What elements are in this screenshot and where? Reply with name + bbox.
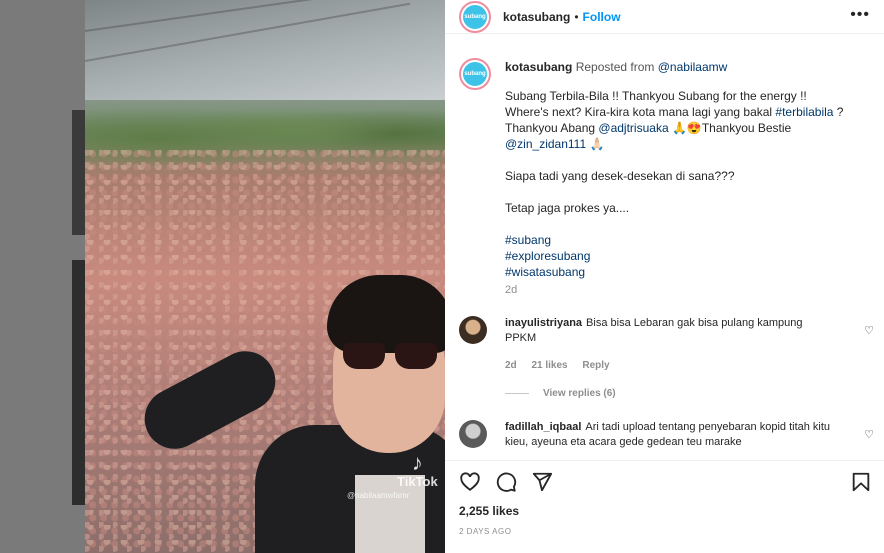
hashtag-link[interactable]: #subang	[505, 232, 875, 248]
hashtag-link[interactable]: #terbilabila	[775, 105, 833, 119]
likes-count[interactable]: 2,255 likes	[459, 504, 519, 518]
caption-text-fragment: 🙏🏻	[586, 137, 605, 151]
reply-button[interactable]: Reply	[582, 360, 609, 371]
caption-avatar[interactable]: subang	[459, 58, 491, 90]
selfie-person	[134, 275, 445, 553]
comments-scroll[interactable]: subang kotasubang Reposted from @nabilaa…	[445, 48, 884, 460]
sunglasses	[343, 343, 439, 369]
caption-time[interactable]: 2d	[505, 284, 517, 296]
action-bar: 2,255 likes 2 DAYS AGO	[445, 460, 884, 553]
comment-time[interactable]: 2d	[505, 360, 517, 371]
comment-likes[interactable]: 21 likes	[531, 360, 567, 371]
view-replies-label: View replies (6)	[543, 388, 616, 399]
caption-text: Subang Terbila-Bila !! Thankyou Subang f…	[505, 88, 875, 280]
post-video[interactable]: ♪ TikTok @nabilaamwfamr	[85, 0, 445, 553]
tiktok-handle: @nabilaamwfamr	[347, 491, 410, 500]
caption-paragraph: Tetap jaga prokes ya....	[505, 201, 630, 215]
bookmark-icon[interactable]	[850, 471, 872, 493]
divider	[505, 393, 529, 394]
tiktok-icon: ♪	[411, 450, 423, 475]
person-hair	[327, 275, 445, 353]
backdrop-thumbnail	[72, 110, 85, 235]
caption-header: kotasubang Reposted from @nabilaamw	[505, 60, 727, 74]
avatar-logo: subang	[463, 62, 487, 86]
avatar[interactable]	[459, 316, 487, 344]
action-icons	[459, 471, 553, 493]
comment-text: inayulistriyana Bisa bisa Lebaran gak bis…	[505, 316, 835, 346]
header-separator: •	[574, 9, 579, 24]
reposted-label: Reposted from	[575, 60, 655, 74]
caption-line: Subang Terbila-Bila !! Thankyou Subang f…	[505, 89, 807, 103]
hashtag-link[interactable]: #wisatasubang	[505, 264, 875, 280]
hashtag-list: #subang #exploresubang #wisatasubang	[505, 232, 875, 280]
caption-paragraph: Siapa tadi yang desek-desekan di sana???	[505, 169, 735, 183]
hashtag-link[interactable]: #exploresubang	[505, 248, 875, 264]
post-header: subang kotasubang • Follow •••	[445, 0, 884, 34]
comment-text: fadillah_iqbaal Ari tadi upload tentang p…	[505, 420, 835, 450]
comment-meta: 2d 21 likes Reply	[505, 360, 622, 371]
avatar[interactable]	[459, 420, 487, 448]
comment-username[interactable]: inayulistriyana	[505, 317, 582, 329]
caption-text-fragment: ?	[833, 105, 844, 119]
tiktok-label: TikTok	[397, 474, 438, 489]
post-age[interactable]: 2 DAYS AGO	[459, 527, 511, 536]
header-username[interactable]: kotasubang	[503, 10, 570, 24]
post-panel: subang kotasubang • Follow ••• subang ko…	[445, 0, 884, 553]
mention-link[interactable]: @adjtrisuaka	[598, 121, 668, 135]
backdrop-thumbnail	[72, 260, 85, 505]
comment-icon[interactable]	[495, 471, 517, 493]
view-replies-button[interactable]: View replies (6)	[505, 388, 616, 399]
reposted-user-link[interactable]: @nabilaamw	[658, 60, 728, 74]
heart-icon[interactable]	[459, 471, 481, 493]
heart-icon[interactable]: ♡	[864, 428, 874, 441]
sunglasses-lens	[395, 343, 437, 369]
comment-username[interactable]: fadillah_iqbaal	[505, 421, 581, 433]
caption-line: Where's next? Kira-kira kota mana lagi y…	[505, 105, 776, 119]
tiktok-watermark: ♪ TikTok	[397, 450, 438, 490]
avatar[interactable]: subang	[459, 0, 491, 33]
share-icon[interactable]	[531, 471, 553, 493]
heart-icon[interactable]: ♡	[864, 324, 874, 337]
caption-text-fragment: 🙏😍Thankyou Bestie	[668, 121, 792, 135]
mention-link[interactable]: @zin_zidan111	[505, 137, 586, 151]
caption-line: Thankyou Abang	[505, 121, 599, 135]
follow-button[interactable]: Follow	[583, 10, 621, 24]
sunglasses-lens	[343, 343, 385, 369]
avatar-logo: subang	[463, 4, 487, 29]
more-icon[interactable]: •••	[850, 6, 870, 24]
caption-username[interactable]: kotasubang	[505, 60, 572, 74]
